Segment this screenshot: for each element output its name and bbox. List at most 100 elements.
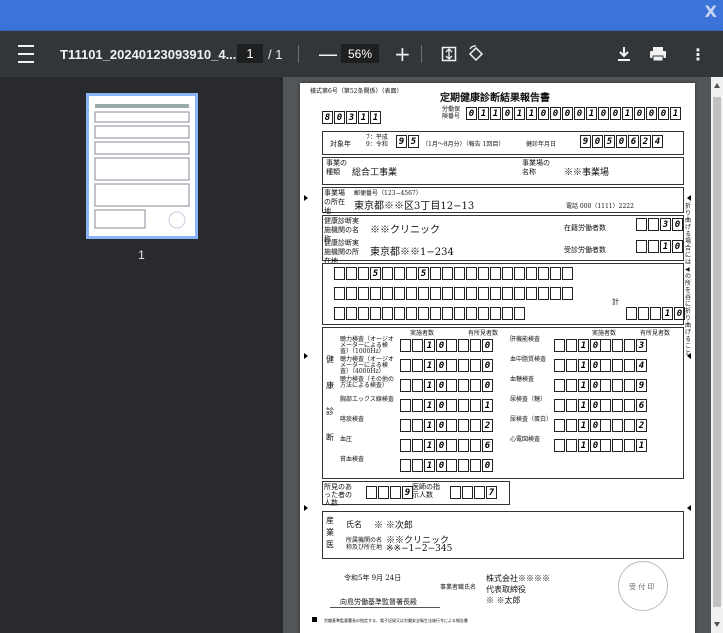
test-count-boxes: 10 [400, 339, 448, 352]
download-icon[interactable] [617, 31, 631, 77]
office-code-boxes: 80311 [322, 111, 382, 124]
test-findings-boxes: 0 [446, 339, 494, 352]
representative-name: ※ ※太郎 [486, 596, 521, 605]
toolbar-divider [421, 45, 422, 63]
fold-mark [687, 505, 691, 511]
scroll-down-icon[interactable] [714, 622, 720, 627]
clinic-address-label: 健康診断実施機関の所在地 [324, 239, 359, 265]
test-findings-boxes: 3 [600, 339, 648, 352]
target-year-boxes: 95 [396, 135, 420, 148]
document-viewer[interactable]: 様式第6号（第52条関係）（表面） 定期健康診断結果報告書 80311 労働保険… [283, 77, 711, 633]
examinees-label: 受診労働者数 [564, 246, 606, 254]
test-count-boxes: 10 [400, 439, 448, 452]
test-label: 血中脂質検査 [510, 356, 547, 363]
fit-page-icon[interactable] [441, 31, 457, 77]
doctor-name-label: 氏名 [346, 520, 362, 529]
count-boxes-f [334, 287, 382, 300]
scrollbar-thumb[interactable] [713, 97, 721, 607]
exam-header-count-right: 実施者数 [592, 330, 617, 337]
count-boxes-c [430, 267, 478, 280]
close-window-button[interactable]: X [705, 2, 717, 21]
test-count-boxes: 10 [554, 379, 602, 392]
workers-boxes: 30 [636, 218, 684, 231]
phone-number: 電話 000（1111）2222 [566, 203, 634, 210]
test-label: 喀痰検査 [340, 416, 365, 423]
clinic-name: ※※クリニック [370, 225, 440, 236]
fold-mark [304, 195, 308, 201]
insurance-number-label: 労働保険番号 [442, 106, 461, 120]
clinic-address: 東京都※※1−234 [370, 247, 454, 258]
thumbnail-sidebar: 1 [0, 77, 283, 633]
test-label: 肝機能検査 [510, 336, 541, 343]
pdf-toolbar: T11101_20240123093910_4... 1 / 1 — 56% +… [0, 31, 723, 77]
test-label: 胸部エックス線検査 [340, 396, 394, 403]
page-thumbnail[interactable] [86, 93, 198, 239]
test-label: 聴力検査（その他の方法による検査） [340, 376, 395, 389]
findings-boxes: 9 [366, 486, 414, 499]
test-count-boxes: 10 [554, 399, 602, 412]
target-period: （1月～8月分）（報告 1回目） [422, 141, 505, 148]
test-label: 聴力検査（オージオメーターによる検査）（1000Hz） [340, 336, 394, 355]
doctor-instr-boxes: 7 [450, 486, 498, 499]
fold-mark [687, 195, 691, 201]
business-type-label: 事業の種類 [326, 159, 347, 176]
fold-mark [304, 505, 308, 511]
test-count-boxes: 10 [400, 359, 448, 372]
addressee: 向島労働基準監督署長殿 [340, 598, 417, 606]
page-number-input[interactable]: 1 [237, 44, 263, 63]
menu-icon[interactable] [17, 31, 35, 77]
test-label: 心電図検査 [510, 436, 541, 443]
workers-label: 在籍労働者数 [564, 224, 606, 232]
doctor-instr-label: 医師の指示人数 [412, 483, 440, 499]
test-findings-boxes: 2 [446, 419, 494, 432]
business-address: 東京都※※区3丁目12−13 [354, 201, 475, 212]
window-titlebar: X [0, 0, 723, 31]
print-icon[interactable] [649, 31, 667, 77]
business-type: 総合工事業 [352, 168, 398, 178]
vertical-scrollbar[interactable] [711, 77, 723, 633]
document-title: 定期健康診断結果報告書 [440, 93, 550, 104]
test-findings-boxes: 2 [600, 419, 648, 432]
exam-vertical-label: 健康診断 [326, 355, 334, 442]
test-count-boxes: 10 [554, 359, 602, 372]
zoom-input[interactable]: 56% [341, 44, 379, 63]
toolbar-divider [298, 45, 299, 63]
count-boxes-m [430, 307, 478, 320]
postal-code: 郵便番号（123−4567） [354, 190, 422, 197]
count-boxes-h [430, 287, 478, 300]
doctor-org-label: 所属機関の名称及び所在地 [346, 537, 383, 551]
company-name: 株式会社※※※※ [486, 574, 550, 583]
count-boxes-b: 5 [382, 267, 430, 280]
exam-header-findings-right: 有所見者数 [640, 330, 671, 337]
test-findings-boxes: 0 [446, 459, 494, 472]
scroll-up-icon[interactable] [714, 83, 720, 88]
examinees-boxes: 10 [636, 240, 684, 253]
more-options-icon[interactable]: ⋮ [690, 31, 706, 77]
exam-date-label: 健診年月日 [526, 141, 557, 148]
count-boxes-n [478, 307, 526, 320]
target-era: 7：平成 9：令和 [366, 134, 388, 148]
test-count-boxes: 10 [554, 439, 602, 452]
test-label: 尿検査（蛋白） [510, 416, 553, 423]
test-count-boxes: 10 [400, 419, 448, 432]
doctor-section-label: 産業医 [326, 516, 334, 549]
page-total: / 1 [268, 46, 283, 62]
test-findings-boxes: 1 [600, 439, 648, 452]
test-findings-boxes: 1 [446, 399, 494, 412]
rotate-icon[interactable] [467, 31, 485, 77]
pdf-page: 様式第6号（第52条関係）（表面） 定期健康診断結果報告書 80311 労働保険… [300, 83, 695, 633]
test-label: 血圧 [340, 436, 353, 443]
addressee-underline [330, 607, 440, 608]
zoom-out-button[interactable]: — [318, 31, 338, 77]
file-title: T11101_20240123093910_4... [60, 46, 237, 62]
count-boxes-g [382, 287, 430, 300]
test-findings-boxes: 4 [600, 359, 648, 372]
zoom-in-button[interactable]: + [394, 31, 411, 77]
count-boxes-e [526, 267, 574, 280]
count-boxes-k [334, 307, 382, 320]
report-date: 令和5年 9月 24日 [344, 574, 402, 582]
doctor-name: ※ ※次郎 [374, 521, 413, 531]
test-count-boxes: 10 [400, 459, 448, 472]
test-label: 貧血検査 [340, 456, 365, 463]
address-label: 事業場の所在地 [324, 189, 345, 215]
